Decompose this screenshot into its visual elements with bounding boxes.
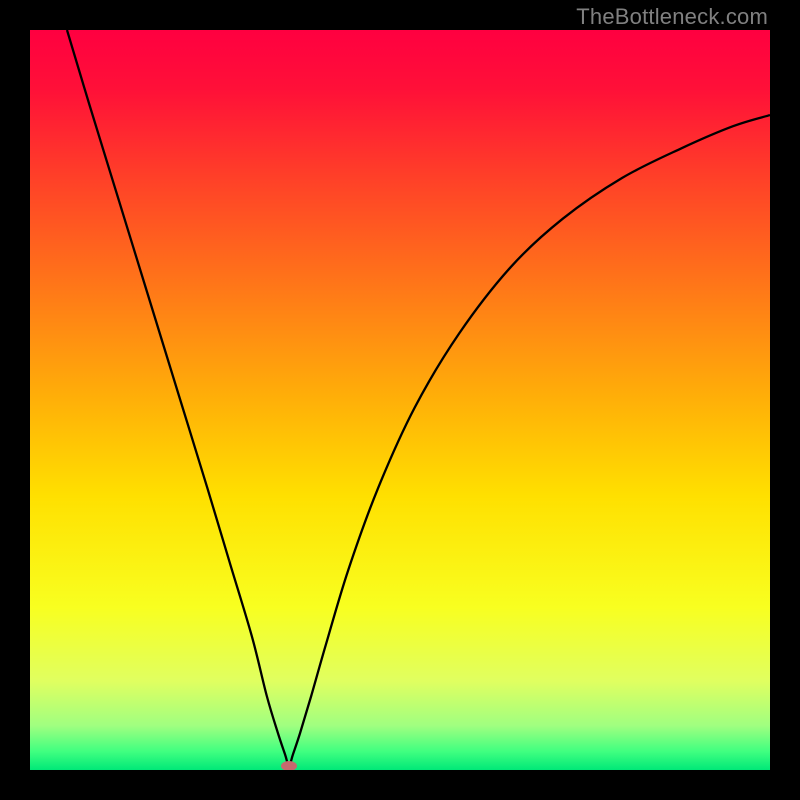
bottleneck-curve xyxy=(67,30,770,766)
plot-area xyxy=(30,30,770,770)
curve-layer xyxy=(30,30,770,770)
watermark-text: TheBottleneck.com xyxy=(576,4,768,30)
chart-frame: TheBottleneck.com xyxy=(0,0,800,800)
curve-minimum-marker xyxy=(281,761,297,770)
